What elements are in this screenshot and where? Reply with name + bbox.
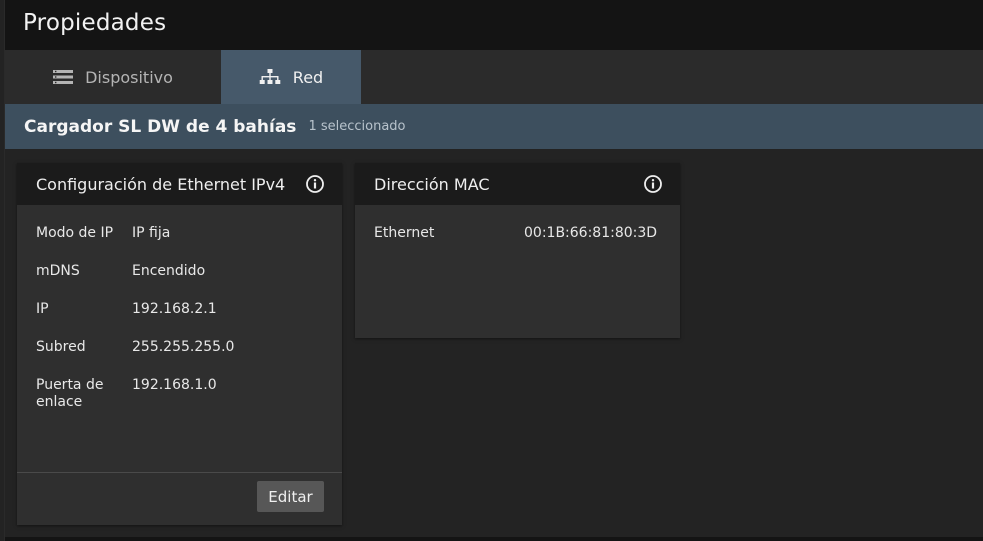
row-value: IP fija (132, 225, 171, 241)
tab-network[interactable]: Red (221, 50, 361, 104)
tab-bar: Dispositivo Red (5, 50, 983, 104)
ip-row: IP 192.168.2.1 (17, 301, 342, 318)
mac-panel: Dirección MAC Ethernet 00:1B:66:81:80:3D (355, 163, 680, 338)
row-value: 192.168.2.1 (132, 301, 217, 317)
info-icon[interactable] (644, 175, 662, 193)
title-bar: Propiedades (5, 0, 983, 50)
ipv4-panel-footer: Editar (17, 472, 342, 525)
tab-network-label: Red (292, 67, 324, 87)
tab-device[interactable]: Dispositivo (5, 50, 221, 104)
gateway-row: Puerta de enlace 192.168.1.0 (17, 377, 342, 411)
tab-device-label: Dispositivo (85, 67, 173, 87)
row-label: Subred (36, 339, 86, 355)
edit-button[interactable]: Editar (257, 481, 324, 512)
ipv4-panel-title: Configuración de Ethernet IPv4 (36, 174, 286, 194)
properties-window: Propiedades Dispositivo Red Cargador SL … (4, 0, 983, 541)
mac-list: Ethernet 00:1B:66:81:80:3D (355, 205, 680, 242)
mdns-row: mDNS Encendido (17, 263, 342, 280)
ipv4-panel-header: Configuración de Ethernet IPv4 (17, 163, 342, 205)
bottom-border (5, 537, 983, 541)
row-value: 00:1B:66:81:80:3D (524, 225, 658, 241)
row-label: IP (36, 301, 49, 317)
subnet-row: Subred 255.255.255.0 (17, 339, 342, 356)
row-label: Puerta de enlace (36, 377, 104, 410)
row-label: Ethernet (374, 225, 435, 241)
window-title: Propiedades (23, 10, 167, 36)
row-label: mDNS (36, 263, 80, 279)
row-value: 255.255.255.0 (132, 339, 235, 355)
ipv4-panel: Configuración de Ethernet IPv4 Modo de I… (17, 163, 342, 525)
mac-panel-header: Dirección MAC (355, 163, 680, 205)
list-icon (53, 70, 74, 84)
ipv4-settings-list: Modo de IP IP fija mDNS Encendido IP 192… (17, 205, 342, 411)
ip-mode-row: Modo de IP IP fija (17, 225, 342, 242)
selection-bar: Cargador SL DW de 4 bahías 1 seleccionad… (5, 104, 983, 149)
row-value: Encendido (132, 263, 206, 279)
network-icon (259, 69, 281, 85)
row-label: Modo de IP (36, 225, 114, 241)
row-value: 192.168.1.0 (132, 377, 217, 393)
selection-count: 1 seleccionado (308, 119, 406, 134)
selected-device-name: Cargador SL DW de 4 bahías (24, 116, 297, 137)
mac-panel-title: Dirección MAC (374, 174, 490, 194)
ethernet-mac-row: Ethernet 00:1B:66:81:80:3D (355, 225, 680, 242)
info-icon[interactable] (306, 175, 324, 193)
